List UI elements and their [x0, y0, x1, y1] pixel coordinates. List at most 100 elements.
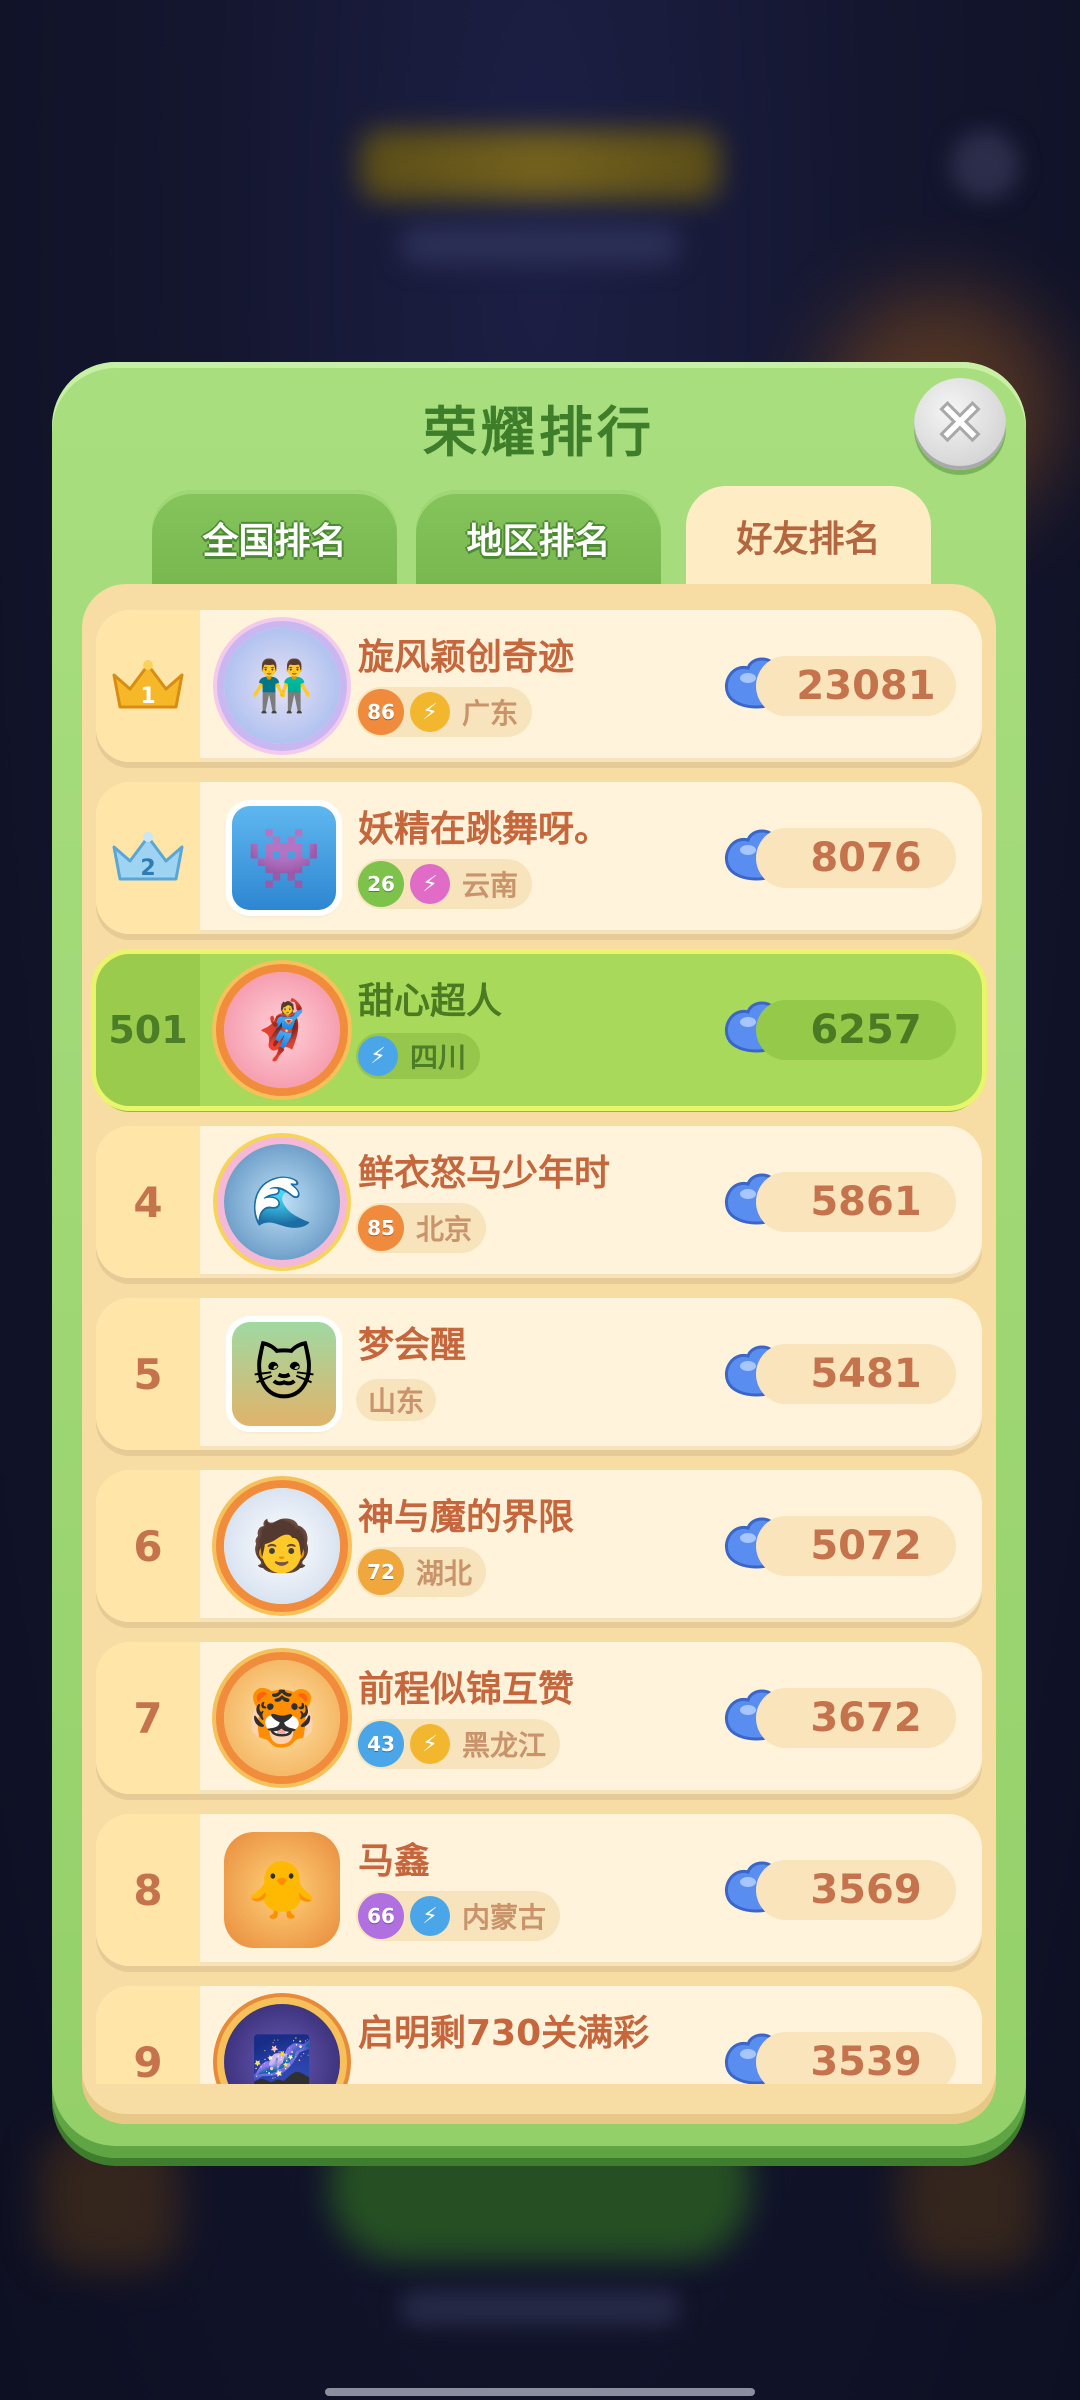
tab-national-ranking[interactable]: 全国排名 [152, 490, 397, 586]
badge-group: ⚡ 四川 [356, 1033, 481, 1079]
background-subtitle-blurred [400, 225, 680, 265]
tab-label: 好友排名 [736, 519, 881, 560]
score-value: 8076 [810, 835, 922, 881]
avatar-monster: 👾 [246, 823, 322, 894]
badge-group: 85 北京 [356, 1203, 487, 1253]
level-badge: 43 [358, 1721, 404, 1767]
lightning-icon: ⚡ [410, 1896, 450, 1936]
avatar-character: 🦸 [247, 998, 317, 1063]
tab-regional-ranking[interactable]: 地区排名 [416, 490, 661, 586]
region-tag: 湖北 [416, 1557, 473, 1590]
badge-group: 86 ⚡ 广东 [356, 687, 533, 737]
rank-cell: 7 [96, 1642, 200, 1794]
player-name: 马鑫 [358, 1841, 431, 1882]
player-tags: 26 ⚡ 云南 [356, 859, 533, 909]
ranking-list-scroll[interactable]: 1 👬 旋风颖创奇迹 86 ⚡ 广东 23081 2 👾 妖精在跳舞呀。 26 … [82, 584, 996, 2084]
ranking-row[interactable]: 6 🧑 神与魔的界限 72 湖北 5072 [96, 1470, 982, 1622]
avatar[interactable]: 🌊 [224, 1144, 340, 1260]
player-name: 启明剩730关满彩 [358, 2013, 650, 2054]
ranking-row[interactable]: 2 👾 妖精在跳舞呀。 26 ⚡ 云南 8076 [96, 782, 982, 934]
region-tag: 四川 [410, 1041, 467, 1074]
ranking-row[interactable]: 8 🐥 马鑫 66 ⚡ 内蒙古 3569 [96, 1814, 982, 1966]
avatar-galaxy: 🌌 [250, 2032, 314, 2085]
player-name: 妖精在跳舞呀。 [358, 809, 611, 850]
region-tag: 山东 [356, 1379, 437, 1421]
score-value: 5481 [810, 1351, 922, 1397]
player-tags: 66 ⚡ 内蒙古 [356, 1891, 561, 1941]
level-badge: 86 [358, 689, 404, 735]
ranking-row[interactable]: 9 🌌 启明剩730关满彩 3539 [96, 1986, 982, 2084]
region-tag: 广东 [462, 697, 519, 730]
ranking-row[interactable]: 4 🌊 鲜衣怒马少年时 85 北京 5861 [96, 1126, 982, 1278]
home-indicator[interactable] [325, 2388, 755, 2396]
player-name: 甜心超人 [358, 981, 503, 1022]
tab-label: 地区排名 [466, 521, 611, 562]
avatar-scenery: 🌊 [250, 1172, 314, 1231]
score-value: 23081 [796, 663, 936, 709]
avatar[interactable]: 🐱 [232, 1322, 336, 1426]
ranking-row-current-user[interactable]: 501 🦸 甜心超人 ⚡ 四川 6257 [96, 954, 982, 1106]
ranking-modal: 荣耀排行 ✕ 全国排名 地区排名 好友排名 1 👬 旋风颖创奇迹 86 ⚡ 广东… [52, 362, 1026, 2158]
avatar[interactable]: 👬 [224, 628, 340, 744]
player-name: 梦会醒 [358, 1325, 467, 1366]
ranking-row[interactable]: 5 🐱 梦会醒 山东 5481 [96, 1298, 982, 1450]
ranking-row[interactable]: 1 👬 旋风颖创奇迹 86 ⚡ 广东 23081 [96, 610, 982, 762]
rank-cell: 1 [96, 610, 200, 762]
close-button[interactable]: ✕ [914, 378, 1006, 470]
avatar[interactable]: 🌌 [224, 2004, 340, 2084]
avatar[interactable]: 👾 [232, 806, 336, 910]
player-tags: ⚡ 四川 [356, 1032, 481, 1080]
rank-number: 2 [140, 856, 155, 881]
rank-cell: 9 [96, 1986, 200, 2084]
player-tags: 85 北京 [356, 1203, 487, 1253]
avatar-portrait: 👬 [250, 656, 314, 715]
rank-cell: 6 [96, 1470, 200, 1622]
tab-friends-ranking[interactable]: 好友排名 [686, 486, 931, 586]
region-tag: 云南 [462, 869, 519, 902]
score-value: 6257 [810, 1007, 922, 1053]
avatar[interactable]: 🐯 [224, 1660, 340, 1776]
score-value: 3539 [810, 2039, 922, 2084]
tab-label: 全国排名 [202, 521, 347, 562]
rank-cell: 2 [96, 782, 200, 934]
badge-group: 72 湖北 [356, 1547, 487, 1597]
background-close-blurred [950, 130, 1020, 200]
score-value: 3569 [810, 1867, 922, 1913]
score-value: 5861 [810, 1179, 922, 1225]
badge-group: 26 ⚡ 云南 [356, 859, 533, 909]
rank-number: 1 [140, 684, 155, 709]
lightning-icon: ⚡ [410, 1724, 450, 1764]
score-value: 5072 [810, 1523, 922, 1569]
player-name: 前程似锦互赞 [358, 1669, 575, 1710]
level-badge: 85 [358, 1205, 404, 1251]
player-name: 旋风颖创奇迹 [358, 637, 575, 678]
rank-cell: 8 [96, 1814, 200, 1966]
avatar-portrait: 🧑 [250, 1516, 314, 1575]
region-tag: 内蒙古 [462, 1901, 547, 1934]
avatar[interactable]: 🦸 [224, 972, 340, 1088]
lightning-icon: ⚡ [358, 1036, 398, 1076]
avatar[interactable]: 🧑 [224, 1488, 340, 1604]
background-title-blurred [360, 130, 720, 200]
region-tag: 黑龙江 [462, 1729, 547, 1762]
player-tags: 86 ⚡ 广东 [356, 687, 533, 737]
lightning-icon: ⚡ [410, 864, 450, 904]
avatar-cat: 🐱 [252, 1339, 316, 1409]
avatar[interactable]: 🐥 [224, 1832, 340, 1948]
avatar-character: 🐥 [247, 1858, 317, 1923]
silver-crown-icon: 2 [112, 832, 184, 881]
rank-cell: 5 [96, 1298, 200, 1450]
player-name: 神与魔的界限 [358, 1497, 575, 1538]
lightning-icon: ⚡ [410, 692, 450, 732]
score-value: 3672 [810, 1695, 922, 1741]
ranking-row[interactable]: 7 🐯 前程似锦互赞 43 ⚡ 黑龙江 3672 [96, 1642, 982, 1794]
rank-cell: 4 [96, 1126, 200, 1278]
gold-crown-icon: 1 [112, 660, 184, 709]
level-badge: 72 [358, 1549, 404, 1595]
ranking-list[interactable]: 1 👬 旋风颖创奇迹 86 ⚡ 广东 23081 2 👾 妖精在跳舞呀。 26 … [82, 584, 996, 2124]
player-name: 鲜衣怒马少年时 [358, 1153, 611, 1194]
level-badge: 66 [358, 1893, 404, 1939]
modal-title: 荣耀排行 [423, 401, 655, 464]
avatar-character: 🐯 [247, 1686, 317, 1751]
badge-group: 43 ⚡ 黑龙江 [356, 1719, 561, 1769]
